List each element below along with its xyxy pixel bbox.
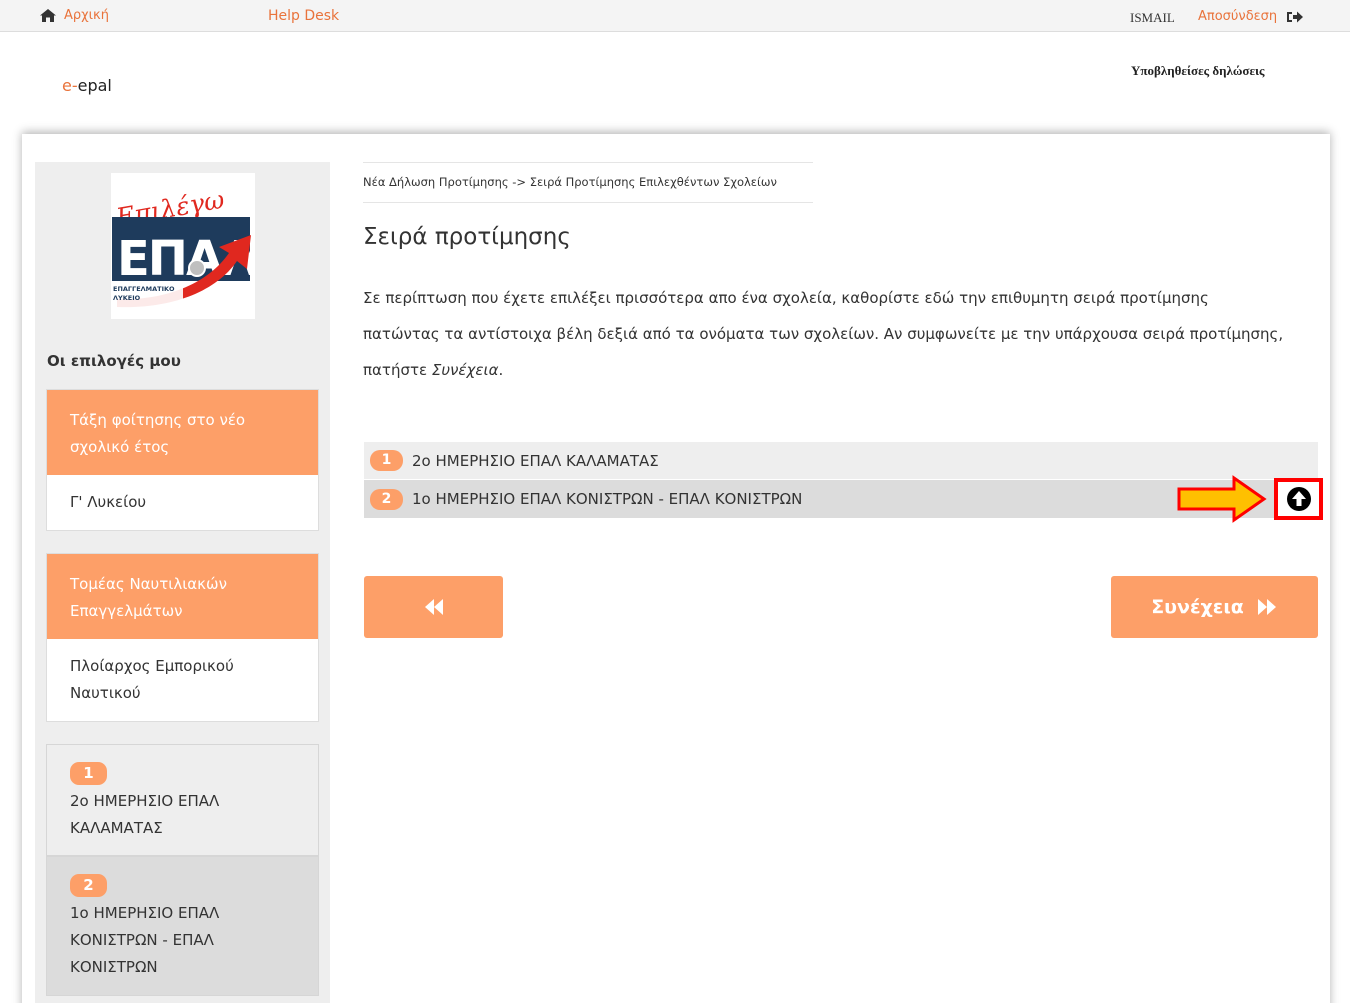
sector-card-header: Τομέας Ναυτιλιακών Επαγγελμάτων [47,554,318,639]
back-button[interactable] [364,576,503,638]
top-navbar: Αρχική Help Desk ISMAIL Αποσύνδεση [0,0,1350,32]
list-item: 1 2ο ΗΜΕΡΗΣΙΟ ΕΠΑΛ ΚΑΛΑΜΑΤΑΣ [364,442,1318,480]
instructions-emphasis: Συνέχεια [431,361,499,379]
logo-caption-line2: ΛΥΚΕΙΟ [113,294,141,302]
submitted-declarations-link[interactable]: Υποβληθείσες δηλώσεις [1131,63,1265,79]
preference-number: 1 [370,450,403,471]
selected-school-name: 1ο ΗΜΕΡΗΣΙΟ ΕΠΑΛ ΚΟΝΙΣΤΡΩΝ - ΕΠΑΛ ΚΟΝΙΣΤ… [70,904,220,976]
selected-school-item: 2 1ο ΗΜΕΡΗΣΙΟ ΕΠΑΛ ΚΟΝΙΣΤΡΩΝ - ΕΠΑΛ ΚΟΝΙ… [46,856,319,996]
preference-number: 2 [370,488,403,510]
sector-card: Τομέας Ναυτιλιακών Επαγγελμάτων Πλοίαρχο… [46,553,319,722]
logout-label: Αποσύνδεση [1198,9,1278,24]
user-name: ISMAIL [1130,10,1175,25]
brand-prefix: e- [62,76,78,95]
helpdesk-link[interactable]: Help Desk [268,8,339,24]
brand-logo[interactable]: e-epal [62,76,112,95]
fast-forward-icon [1257,599,1276,615]
my-choices-title: Οι επιλογές μου [47,352,181,370]
preference-list: 1 2ο ΗΜΕΡΗΣΙΟ ΕΠΑΛ ΚΑΛΑΜΑΤΑΣ 2 1ο ΗΜΕΡΗΣ… [364,442,1318,519]
sector-card-value: Πλοίαρχος Εμπορικού Ναυτικού [70,657,234,702]
school-name: 2ο ΗΜΕΡΗΣΙΟ ΕΠΑΛ ΚΑΛΑΜΑΤΑΣ [412,451,659,470]
breadcrumb: Νέα Δήλωση Προτίμησης -> Σειρά Προτίμηση… [363,162,813,203]
home-link[interactable]: Αρχική [40,8,109,23]
next-button-label: Συνέχεια [1151,596,1244,618]
next-button[interactable]: Συνέχεια [1111,576,1318,638]
logo-gear-icon [188,259,206,277]
logo-caption-line1: ΕΠΑΓΓΕΛΜΑΤΙΚΟ [113,285,175,293]
arrow-circle-up-icon [1286,487,1311,511]
page-title: Σειρά προτίμησης [363,224,571,250]
list-item: 2 1ο ΗΜΕΡΗΣΙΟ ΕΠΑΛ ΚΟΝΙΣΤΡΩΝ - ΕΠΑΛ ΚΟΝΙ… [364,480,1318,518]
selected-school-item: 1 2ο ΗΜΕΡΗΣΙΟ ΕΠΑΛ ΚΑΛΑΜΑΤΑΣ [46,744,319,856]
move-up-button[interactable] [1274,478,1323,520]
instructions-text: Σε περίπτωση που έχετε επιλέξει πρισσότε… [363,280,1288,388]
epal-logo: Επιλέγω ΕΠΑΛ ΕΠΑΓΓΕΛΜΑΤΙΚΟ ΛΥΚΕΙΟ [111,173,260,319]
right-arrow-annotation [1177,475,1267,523]
home-icon [40,9,56,22]
selected-school-number: 1 [70,762,107,785]
instructions-end: . [498,361,504,379]
selected-school-name: 2ο ΗΜΕΡΗΣΙΟ ΕΠΑΛ ΚΑΛΑΜΑΤΑΣ [70,792,220,837]
brand-name: epal [77,76,112,95]
selected-school-number: 2 [70,874,107,897]
class-card-header: Τάξη φοίτησης στο νέο σχολικό έτος [47,390,318,475]
sign-out-icon [1287,11,1304,22]
fast-backward-icon [424,599,443,615]
logout-link[interactable]: Αποσύνδεση [1198,9,1304,24]
school-name: 1ο ΗΜΕΡΗΣΙΟ ΕΠΑΛ ΚΟΝΙΣΤΡΩΝ - ΕΠΑΛ ΚΟΝΙΣΤ… [412,490,803,508]
class-card-value: Γ' Λυκείου [70,493,147,511]
class-card: Τάξη φοίτησης στο νέο σχολικό έτος Γ' Λυ… [46,389,319,531]
home-label: Αρχική [64,8,109,23]
